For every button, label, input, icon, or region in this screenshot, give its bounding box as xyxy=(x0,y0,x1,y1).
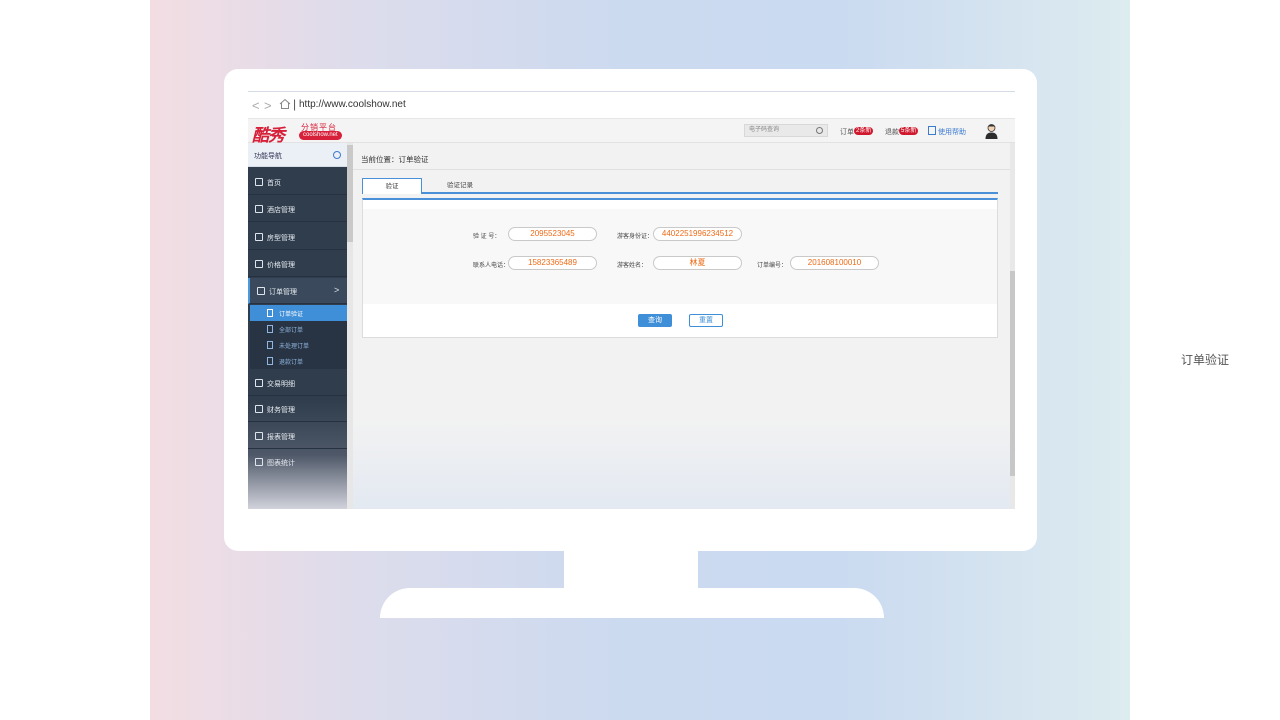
sidebar-item-label: 房型管理 xyxy=(267,235,295,242)
room-icon xyxy=(255,233,263,241)
orders-badge: 2条新 xyxy=(854,127,874,135)
verify-panel: 验 证 号： 2095523045 游客身份证： 440225199623451… xyxy=(362,198,998,338)
breadcrumb: 当前位置：订单验证 xyxy=(361,155,429,164)
back-icon[interactable]: < xyxy=(252,98,260,113)
report-icon xyxy=(255,432,263,440)
document-icon xyxy=(267,309,273,317)
sidebar-item-label: 报表管理 xyxy=(267,434,295,441)
tab-bar: 验证 验证记录 xyxy=(362,178,998,194)
forward-icon[interactable]: > xyxy=(264,98,272,113)
search-input[interactable]: 电子码查询 xyxy=(744,124,828,137)
sidebar-item-orders[interactable]: 订单管理 > xyxy=(248,278,347,304)
tab-verify-records[interactable]: 验证记录 xyxy=(440,178,480,194)
document-icon xyxy=(267,341,273,349)
sidebar-item-label: 首页 xyxy=(267,180,281,187)
phone-field[interactable]: 15823365489 xyxy=(508,256,597,270)
sidebar-item-label: 价格管理 xyxy=(267,262,295,269)
submenu-item-label: 退款订单 xyxy=(279,360,304,366)
orders-link[interactable]: 订单 xyxy=(840,127,854,137)
sidebar-item-label: 图表统计 xyxy=(267,460,295,467)
transaction-icon xyxy=(255,379,263,387)
content-scrollbar[interactable] xyxy=(1010,143,1015,509)
reset-button[interactable]: 重置 xyxy=(689,314,723,327)
verify-code-label: 验 证 号： xyxy=(473,234,501,240)
sidebar-item-transactions[interactable]: 交易明细 xyxy=(248,370,347,396)
monitor-stand xyxy=(380,588,884,618)
finance-icon xyxy=(255,405,263,413)
logo-domain: coolshow.net xyxy=(299,131,342,140)
monitor-neck xyxy=(564,550,698,588)
presentation-slide: 订单验证 < > | http://www.coolshow.net 酷秀 分销… xyxy=(0,0,1280,720)
scrollbar-thumb[interactable] xyxy=(1010,271,1015,476)
document-icon xyxy=(267,357,273,365)
verify-code-field[interactable]: 2095523045 xyxy=(508,227,597,241)
breadcrumb-bar: 当前位置：订单验证 xyxy=(353,143,1010,170)
sidebar-item-label: 订单管理 xyxy=(269,289,297,296)
home-icon[interactable] xyxy=(279,98,291,110)
search-icon[interactable] xyxy=(816,127,823,134)
hotel-icon xyxy=(255,205,263,213)
home-icon xyxy=(255,178,263,186)
sidebar-header: 功能导航 xyxy=(248,143,347,167)
submenu-item-all-orders[interactable]: 全部订单 xyxy=(250,321,347,337)
browser-bar: < > | http://www.coolshow.net xyxy=(248,92,1015,119)
sidebar-item-label: 财务管理 xyxy=(267,407,295,414)
sidebar-item-label: 交易明细 xyxy=(267,381,295,388)
sidebar-item-label: 酒店管理 xyxy=(267,207,295,214)
help-link[interactable]: 使用帮助 xyxy=(938,127,966,137)
document-icon xyxy=(267,325,273,333)
id-card-label: 游客身份证： xyxy=(617,234,654,240)
name-field[interactable]: 林夏 xyxy=(653,256,742,270)
url-field[interactable]: http://www.coolshow.net xyxy=(299,99,406,110)
help-icon[interactable] xyxy=(928,126,936,135)
phone-label: 联系人电话： xyxy=(473,263,510,269)
refunds-badge: 5条新 xyxy=(899,127,919,135)
main-content: 当前位置：订单验证 验证 验证记录 验 证 号： 2095523045 游客身份… xyxy=(353,143,1010,509)
sidebar-title: 功能导航 xyxy=(254,153,282,160)
name-label: 游客姓名： xyxy=(617,263,648,269)
refunds-link[interactable]: 退款 xyxy=(885,127,899,137)
submenu-item-label: 全部订单 xyxy=(279,328,304,334)
avatar[interactable] xyxy=(984,123,999,139)
order-icon xyxy=(257,287,265,295)
submenu-item-label: 订单验证 xyxy=(279,312,304,318)
submenu-item-order-verify[interactable]: 订单验证 xyxy=(250,305,347,321)
app-header: 酷秀 分销平台 coolshow.net 电子码查询 订单 2条新 退款 5条新… xyxy=(248,119,1015,145)
submenu-item-label: 未处理订单 xyxy=(279,344,310,350)
order-no-label: 订单编号： xyxy=(757,263,788,269)
verify-form: 验 证 号： 2095523045 游客身份证： 440225199623451… xyxy=(363,209,997,304)
sidebar: 功能导航 首页 酒店管理 房型管理 价格管理 订单管理 > 订单验证 全部订单 … xyxy=(248,143,347,509)
sidebar-item-price[interactable]: 价格管理 xyxy=(248,251,347,277)
order-no-field[interactable]: 201608100010 xyxy=(790,256,879,270)
collapse-icon[interactable] xyxy=(333,151,341,159)
sidebar-item-finance[interactable]: 财务管理 xyxy=(248,396,347,422)
tab-verify[interactable]: 验证 xyxy=(362,178,422,194)
sidebar-item-charts[interactable]: 图表统计 xyxy=(248,449,347,475)
sidebar-item-home[interactable]: 首页 xyxy=(248,169,347,195)
monitor-screen: < > | http://www.coolshow.net 酷秀 分销平台 co… xyxy=(248,91,1015,509)
chevron-right-icon: > xyxy=(334,285,340,295)
url-separator: | xyxy=(293,97,297,111)
slide-caption: 订单验证 xyxy=(1181,353,1230,367)
search-placeholder: 电子码查询 xyxy=(749,127,780,133)
sidebar-item-reports[interactable]: 报表管理 xyxy=(248,423,347,449)
query-button[interactable]: 查询 xyxy=(638,314,672,327)
submenu-item-refund-orders[interactable]: 退款订单 xyxy=(250,353,347,369)
price-icon xyxy=(255,260,263,268)
logo[interactable]: 酷秀 分销平台 coolshow.net xyxy=(252,121,347,145)
sidebar-item-hotel[interactable]: 酒店管理 xyxy=(248,196,347,222)
chart-icon xyxy=(255,458,263,466)
sidebar-item-room[interactable]: 房型管理 xyxy=(248,224,347,250)
submenu-item-unprocessed-orders[interactable]: 未处理订单 xyxy=(250,337,347,353)
id-card-field[interactable]: 4402251996234512 xyxy=(653,227,742,241)
